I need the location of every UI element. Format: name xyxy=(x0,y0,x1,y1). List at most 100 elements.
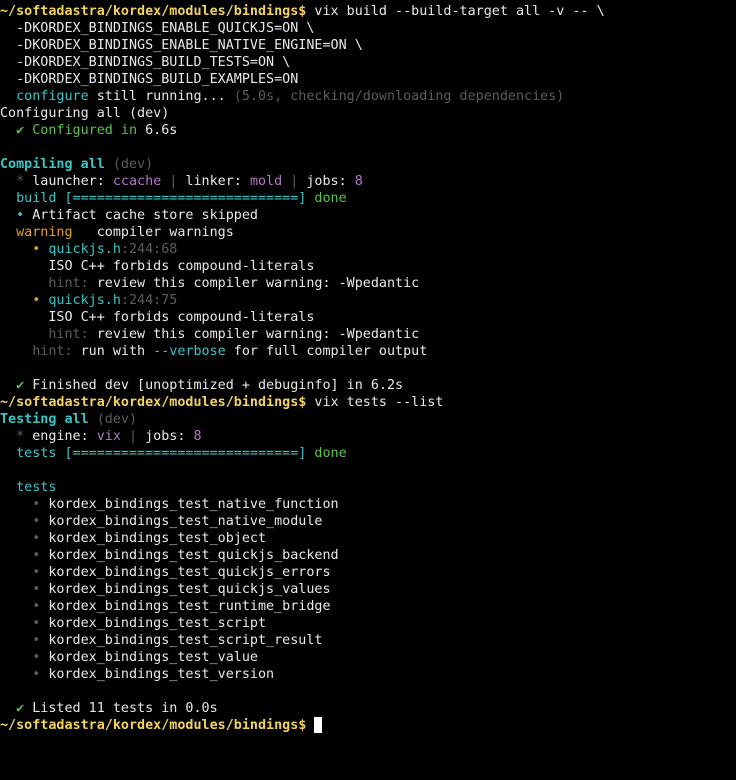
tests-progress-bar: tests [============================] xyxy=(0,446,315,461)
testing-mode: (dev) xyxy=(88,412,138,427)
configuring-line: Configuring all (dev) xyxy=(0,106,170,121)
configure-status-line: configure still running... (5.0s, checki… xyxy=(0,88,736,105)
list-item: • kordex_bindings_test_value xyxy=(0,649,736,666)
list-item: • kordex_bindings_test_native_function xyxy=(0,496,736,513)
compiling-mode: (dev) xyxy=(104,157,154,172)
jobs-value: 8 xyxy=(354,174,363,189)
star-icon: * xyxy=(0,429,33,444)
text-cursor[interactable] xyxy=(314,717,323,733)
cmake-flag: -DKORDEX_BINDINGS_ENABLE_NATIVE_ENGINE=O… xyxy=(0,38,363,53)
warning-file: quickjs.h xyxy=(48,293,121,308)
warning-item: • quickjs.h:244:75 xyxy=(0,292,736,309)
warning-message: ISO C++ forbids compound-literals xyxy=(0,310,315,325)
hint-label: hint: xyxy=(0,327,89,342)
configured-line: ✔ Configured in 6.6s xyxy=(0,122,736,139)
list-item: • kordex_bindings_test_runtime_bridge xyxy=(0,598,736,615)
separator: | xyxy=(120,429,146,444)
list-item: • kordex_bindings_test_native_module xyxy=(0,513,736,530)
warning-text: compiler warnings xyxy=(72,225,234,240)
test-name: kordex_bindings_test_quickjs_values xyxy=(48,582,331,597)
test-name: kordex_bindings_test_native_function xyxy=(48,497,339,512)
test-name: kordex_bindings_test_version xyxy=(48,667,275,682)
test-name: kordex_bindings_test_object xyxy=(48,531,267,546)
tests-command-line: ~/softadastra/kordex/modules/bindings$ v… xyxy=(0,394,736,411)
build-command: vix build --build-target all -v -- \ xyxy=(306,4,605,19)
build-done-label: done xyxy=(314,191,347,206)
hint-text: review this compiler warning: -Wpedantic xyxy=(88,276,420,291)
test-name: kordex_bindings_test_quickjs_backend xyxy=(48,548,339,563)
separator: | xyxy=(161,174,186,189)
configure-label: configure xyxy=(0,89,89,104)
tests-heading: tests xyxy=(0,480,57,495)
list-item: • kordex_bindings_test_quickjs_backend xyxy=(0,547,736,564)
artifact-line: • Artifact cache store skipped xyxy=(0,207,736,224)
bullet-icon: • xyxy=(0,633,49,648)
listed-text: Listed 11 tests in 0.0s xyxy=(32,701,218,716)
bullet-icon: • xyxy=(0,293,49,308)
terminal-window[interactable]: ~/softadastra/kordex/modules/bindings$ v… xyxy=(0,0,736,780)
list-item: • kordex_bindings_test_script_result xyxy=(0,632,736,649)
cmake-flag: -DKORDEX_BINDINGS_BUILD_EXAMPLES=ON xyxy=(0,72,299,87)
bullet-icon: • xyxy=(0,667,49,682)
verbose-flag: --verbose xyxy=(153,344,226,359)
test-name: kordex_bindings_test_runtime_bridge xyxy=(48,599,331,614)
engine-line: * engine: vix | jobs: 8 xyxy=(0,428,736,445)
bullet-icon: • xyxy=(0,531,49,546)
tests-done-label: done xyxy=(314,446,347,461)
linker-label: linker: xyxy=(185,174,250,189)
shell-prompt: ~/softadastra/kordex/modules/bindings$ xyxy=(0,4,307,19)
configured-label: Configured in xyxy=(32,123,146,138)
bullet-icon: • xyxy=(0,548,49,563)
cmake-flag: -DKORDEX_BINDINGS_ENABLE_QUICKJS=ON \ xyxy=(0,21,315,36)
bullet-icon: • xyxy=(0,497,49,512)
shell-prompt: ~/softadastra/kordex/modules/bindings$ xyxy=(0,395,307,410)
compiling-header: Compiling all (dev) xyxy=(0,156,736,173)
list-item: • kordex_bindings_test_quickjs_errors xyxy=(0,564,736,581)
list-item: • kordex_bindings_test_version xyxy=(0,666,736,683)
bullet-icon: • xyxy=(0,242,49,257)
bullet-icon: • xyxy=(0,650,49,665)
warning-hint: hint: review this compiler warning: -Wpe… xyxy=(0,326,736,343)
active-prompt-line[interactable]: ~/softadastra/kordex/modules/bindings$ xyxy=(0,717,736,734)
warning-label: warning xyxy=(0,225,73,240)
warning-hint: hint: review this compiler warning: -Wpe… xyxy=(0,275,736,292)
hint-label: hint: xyxy=(0,344,73,359)
star-icon: * xyxy=(0,174,33,189)
listed-line: ✔ Listed 11 tests in 0.0s xyxy=(0,700,736,717)
verbose-hint-line: hint: run with --verbose for full compil… xyxy=(0,343,736,360)
launcher-line: * launcher: ccache | linker: mold | jobs… xyxy=(0,173,736,190)
artifact-text: Artifact cache store skipped xyxy=(32,208,258,223)
finished-line: ✔ Finished dev [unoptimized + debuginfo]… xyxy=(0,377,736,394)
shell-prompt: ~/softadastra/kordex/modules/bindings$ xyxy=(0,718,307,733)
bullet-icon: • xyxy=(0,565,49,580)
configure-still-running: still running... xyxy=(88,89,234,104)
warning-message: ISO C++ forbids compound-literals xyxy=(0,259,315,274)
launcher-label: launcher: xyxy=(32,174,113,189)
verbose-post: for full compiler output xyxy=(225,344,428,359)
hint-text: review this compiler warning: -Wpedantic xyxy=(88,327,420,342)
build-command-line: ~/softadastra/kordex/modules/bindings$ v… xyxy=(0,3,736,20)
list-item: • kordex_bindings_test_script xyxy=(0,615,736,632)
linker-value: mold xyxy=(249,174,283,189)
test-name: kordex_bindings_test_script xyxy=(48,616,267,631)
verbose-pre: run with xyxy=(72,344,154,359)
warning-header: warning compiler warnings xyxy=(0,224,736,241)
cmake-flag: -DKORDEX_BINDINGS_BUILD_TESTS=ON \ xyxy=(0,55,291,70)
separator: | xyxy=(282,174,307,189)
list-item: • kordex_bindings_test_object xyxy=(0,530,736,547)
jobs-label: jobs: xyxy=(306,174,355,189)
compiling-label: Compiling all xyxy=(0,157,105,172)
configured-time: 6.6s xyxy=(145,123,178,138)
tests-command: vix tests --list xyxy=(306,395,444,410)
test-name: kordex_bindings_test_value xyxy=(48,650,258,665)
hint-label: hint: xyxy=(0,276,89,291)
warning-item: • quickjs.h:244:68 xyxy=(0,241,736,258)
check-icon: ✔ xyxy=(0,701,33,716)
configure-note: (5.0s, checking/downloading dependencies… xyxy=(233,89,565,104)
jobs-value: 8 xyxy=(193,429,202,444)
bullet-icon: • xyxy=(0,514,49,529)
test-name: kordex_bindings_test_quickjs_errors xyxy=(48,565,331,580)
